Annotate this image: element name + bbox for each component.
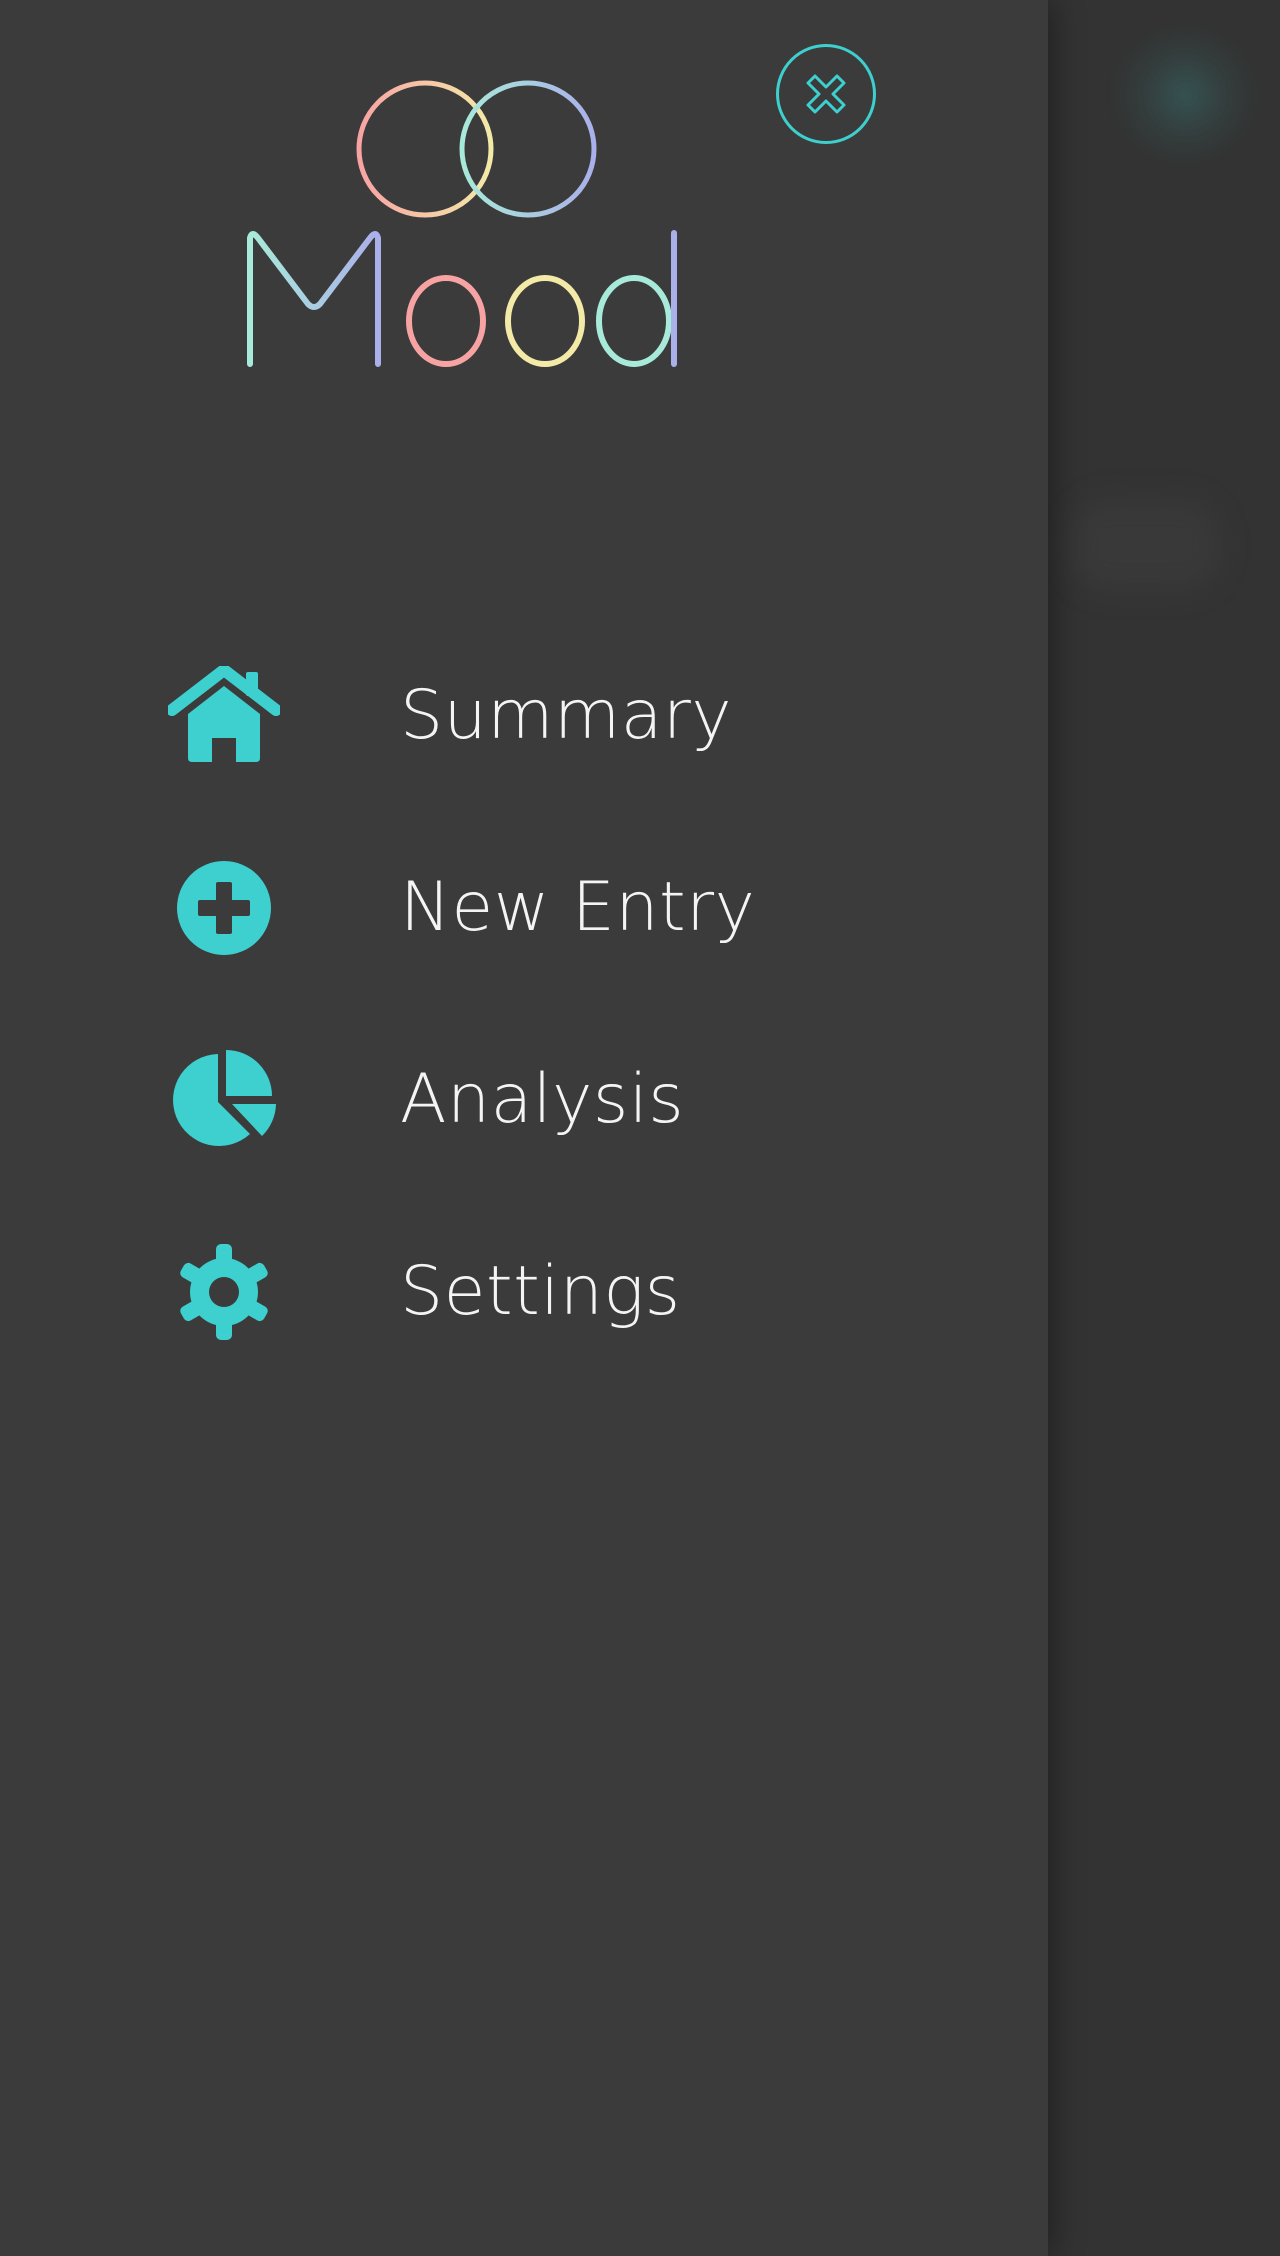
menu-item-new-entry[interactable]: New Entry: [0, 812, 1048, 1004]
backdrop-content-blur: [1070, 500, 1220, 590]
home-icon: [168, 660, 280, 772]
menu-item-analysis[interactable]: Analysis: [0, 1004, 1048, 1196]
backdrop-menu-button-glow: [1110, 30, 1260, 160]
menu-item-label: Settings: [400, 1252, 681, 1331]
menu-item-label: Analysis: [400, 1060, 685, 1139]
gear-icon: [168, 1236, 280, 1348]
close-button[interactable]: [776, 44, 876, 144]
navigation-drawer: Summary New Entry Analysis Settings: [0, 0, 1048, 2256]
menu-item-label: Summary: [400, 676, 733, 755]
menu-item-label: New Entry: [400, 868, 756, 947]
pie-chart-icon: [168, 1044, 280, 1156]
menu-item-summary[interactable]: Summary: [0, 620, 1048, 812]
close-icon: [806, 74, 846, 114]
plus-circle-icon: [168, 852, 280, 964]
menu-item-settings[interactable]: Settings: [0, 1196, 1048, 1388]
main-menu: Summary New Entry Analysis Settings: [0, 620, 1048, 1388]
mood-logo: [247, 80, 677, 367]
